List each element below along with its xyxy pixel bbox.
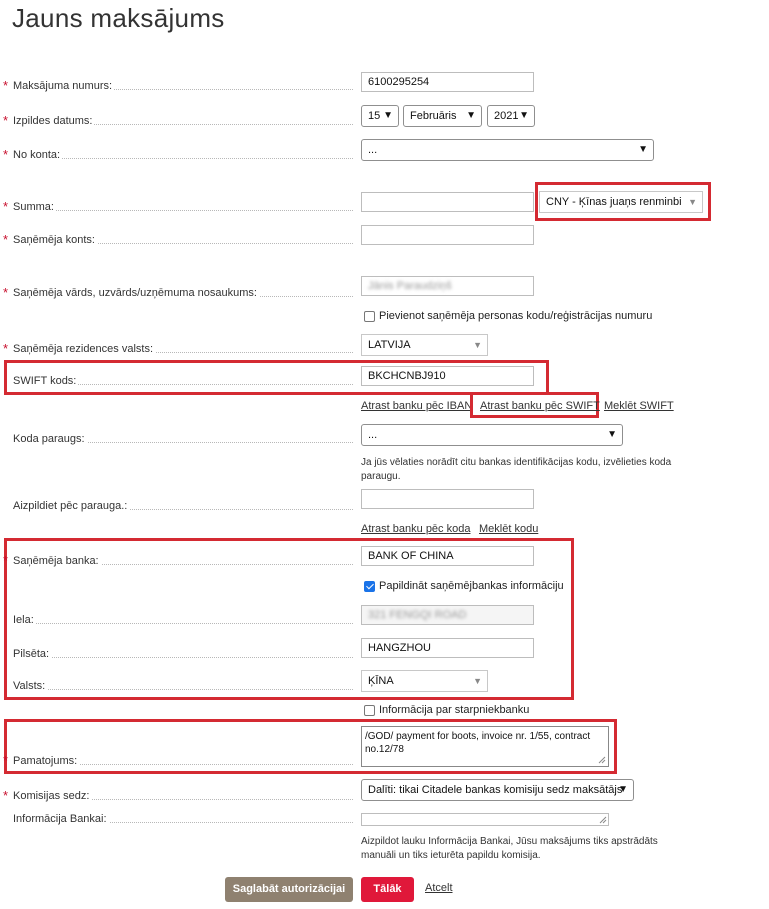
- amount-field[interactable]: [361, 192, 534, 212]
- recipient-bank-field[interactable]: BANK OF CHINA: [361, 546, 534, 566]
- recipient-name-field[interactable]: Jānis Paraudziņš: [361, 276, 534, 296]
- chevron-down-icon: ▼: [473, 676, 482, 686]
- recipient-account-field[interactable]: [361, 225, 534, 245]
- payment-number-field[interactable]: 6100295254: [361, 72, 534, 92]
- chevron-down-icon: ▼: [466, 110, 476, 121]
- cancel-link[interactable]: Atcelt: [425, 882, 453, 894]
- execution-month-select[interactable]: Februāris ▼: [403, 105, 482, 127]
- chevron-down-icon: ▼: [638, 144, 648, 155]
- resize-grip-icon[interactable]: [598, 756, 606, 764]
- commission-select[interactable]: Dalīti: tikai Citadele bankas komisiju s…: [361, 779, 634, 801]
- chevron-down-icon: ▼: [473, 340, 482, 350]
- search-swift-link[interactable]: Meklēt SWIFT: [604, 400, 674, 412]
- next-button[interactable]: Tālāk: [361, 877, 414, 902]
- chevron-down-icon: ▼: [607, 429, 617, 440]
- supplement-bank-info-checkbox[interactable]: [364, 581, 375, 592]
- chevron-down-icon: ▼: [688, 197, 697, 207]
- find-bank-by-code-link[interactable]: Atrast banku pēc koda: [361, 523, 470, 535]
- add-personal-code-label: Pievienot saņēmēja personas kodu/reģistr…: [379, 310, 653, 322]
- find-bank-by-iban-link[interactable]: Atrast banku pēc IBAN: [361, 400, 472, 412]
- code-sample-select[interactable]: ... ▼: [361, 424, 623, 446]
- country-select[interactable]: ĶĪNA ▼: [361, 670, 488, 692]
- from-account-select[interactable]: ... ▼: [361, 139, 654, 161]
- chevron-down-icon: ▼: [519, 110, 529, 121]
- intermediary-info-label: Informācija par starpniekbanku: [379, 704, 530, 716]
- chevron-down-icon: ▼: [618, 784, 628, 795]
- execution-year-select[interactable]: 2021 ▼: [487, 105, 535, 127]
- page-title: Jauns maksājums: [12, 3, 225, 33]
- add-personal-code-checkbox[interactable]: [364, 311, 375, 322]
- supplement-bank-info-label: Papildināt saņēmējbankas informāciju: [379, 580, 564, 592]
- find-bank-by-swift-link[interactable]: Atrast banku pēc SWIFT: [480, 400, 600, 412]
- swift-field[interactable]: BKCHCNBJ910: [361, 366, 534, 386]
- bank-info-field[interactable]: [361, 813, 609, 826]
- save-for-authorization-button[interactable]: Saglabāt autorizācijai: [225, 877, 353, 902]
- fill-by-sample-field[interactable]: [361, 489, 534, 509]
- residence-country-select[interactable]: LATVIJA ▼: [361, 334, 488, 356]
- code-sample-note: Ja jūs vēlaties norādīt citu bankas iden…: [361, 457, 672, 482]
- purpose-textarea[interactable]: /GOD/ payment for boots, invoice nr. 1/5…: [361, 726, 609, 767]
- execution-day-select[interactable]: 15 ▼: [361, 105, 399, 127]
- street-field[interactable]: 321 FENGQI ROAD: [361, 605, 534, 625]
- bank-info-note: Aizpildot lauku Informācija Bankai, Jūsu…: [361, 836, 658, 861]
- intermediary-info-checkbox[interactable]: [364, 705, 375, 716]
- search-code-link[interactable]: Meklēt kodu: [479, 523, 538, 535]
- city-field[interactable]: HANGZHOU: [361, 638, 534, 658]
- currency-select[interactable]: CNY - Ķīnas juaņs renminbi ▼: [539, 191, 703, 213]
- resize-grip-icon[interactable]: [599, 816, 607, 824]
- chevron-down-icon: ▼: [383, 110, 393, 121]
